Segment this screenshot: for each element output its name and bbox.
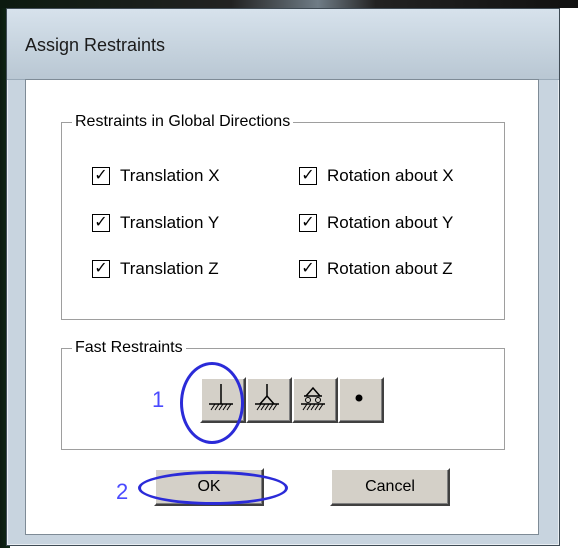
translation-y-checkbox[interactable]: ✓: [92, 214, 110, 232]
checkbox-rotation-y[interactable]: ✓ Rotation about Y: [299, 213, 453, 233]
checkbox-rotation-z[interactable]: ✓ Rotation about Z: [299, 259, 453, 279]
rotation-z-label: Rotation about Z: [327, 259, 453, 278]
translation-x-checkbox[interactable]: ✓: [92, 167, 110, 185]
roller-support-button[interactable]: [292, 377, 338, 423]
dialog-title: Assign Restraints: [25, 35, 166, 55]
title-bar[interactable]: Assign Restraints: [7, 9, 559, 80]
roller-support-icon: [301, 386, 325, 411]
annotation-step-1: 1: [152, 387, 165, 412]
translation-y-label: Translation Y: [120, 213, 220, 232]
translation-z-label: Translation Z: [120, 259, 219, 278]
free-node-button[interactable]: [338, 377, 384, 423]
annotation-ellipse-2: [138, 471, 288, 505]
annotation-step-2: 2: [116, 479, 129, 504]
assign-restraints-dialog: Assign Restraints Restraints in Global D…: [6, 8, 560, 546]
global-directions-label: Restraints in Global Directions: [72, 112, 294, 132]
checkbox-translation-z[interactable]: ✓ Translation Z: [92, 259, 219, 279]
fast-restraints-label: Fast Restraints: [72, 338, 186, 358]
annotation-ellipse-1: [180, 362, 244, 444]
checkbox-translation-x[interactable]: ✓ Translation X: [92, 166, 220, 186]
rotation-x-checkbox[interactable]: ✓: [299, 167, 317, 185]
checkbox-rotation-x[interactable]: ✓ Rotation about X: [299, 166, 454, 186]
checkbox-translation-y[interactable]: ✓ Translation Y: [92, 213, 219, 233]
pinned-support-button[interactable]: [246, 377, 292, 423]
background-top-edge: [0, 0, 578, 8]
cancel-button[interactable]: Cancel: [330, 468, 450, 506]
translation-x-label: Translation X: [120, 166, 220, 185]
global-directions-group: Restraints in Global Directions ✓ Transl…: [61, 112, 505, 320]
pinned-support-icon: [255, 384, 279, 411]
rotation-y-label: Rotation about Y: [327, 213, 454, 232]
rotation-x-label: Rotation about X: [327, 166, 454, 185]
fast-restraints-group: Fast Restraints: [61, 338, 505, 450]
translation-z-checkbox[interactable]: ✓: [92, 260, 110, 278]
free-node-icon: [355, 394, 363, 402]
dialog-client-area: Restraints in Global Directions ✓ Transl…: [25, 79, 539, 535]
rotation-y-checkbox[interactable]: ✓: [299, 214, 317, 232]
rotation-z-checkbox[interactable]: ✓: [299, 260, 317, 278]
